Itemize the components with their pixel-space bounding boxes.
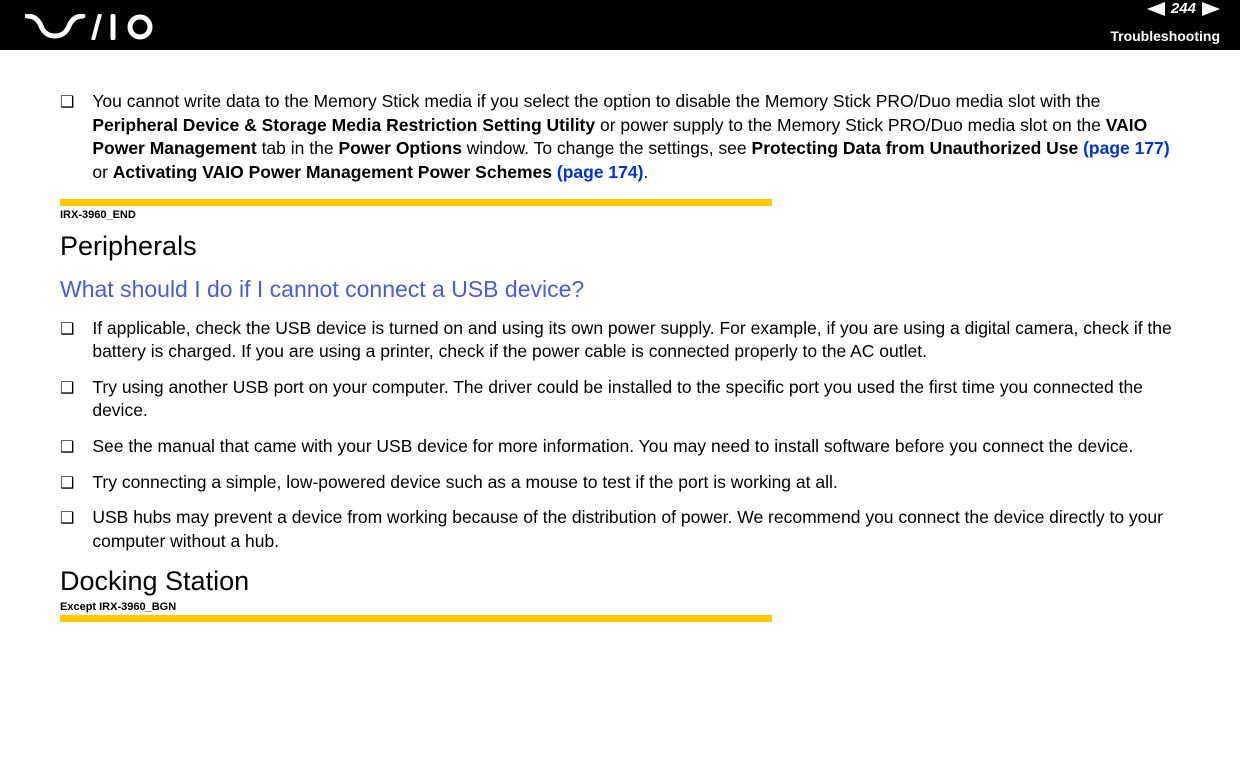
next-page-arrow-icon[interactable]	[1202, 2, 1220, 16]
bullet-text: If applicable, check the USB device is t…	[92, 317, 1180, 364]
model-annotation-end: IRX-3960_END	[60, 209, 1180, 221]
page-content: ❑ You cannot write data to the Memory St…	[0, 50, 1240, 622]
bullet-text: You cannot write data to the Memory Stic…	[92, 90, 1180, 185]
bullet-icon: ❑	[60, 508, 74, 555]
list-item: ❑ If applicable, check the USB device is…	[60, 317, 1180, 364]
usb-question-heading: What should I do if I cannot connect a U…	[60, 276, 1180, 303]
bullet-icon: ❑	[60, 319, 74, 366]
memory-stick-note: ❑ You cannot write data to the Memory St…	[60, 90, 1180, 185]
bullet-text: Try connecting a simple, low-powered dev…	[92, 471, 1180, 495]
header-section-label: Troubleshooting	[1110, 28, 1220, 44]
list-item: ❑ Try using another USB port on your com…	[60, 376, 1180, 423]
list-item: ❑ See the manual that came with your USB…	[60, 435, 1180, 459]
nav-arrows: 244	[1147, 0, 1220, 17]
model-annotation-begin: Except IRX-3960_BGN	[60, 601, 1180, 613]
divider-bar	[60, 199, 772, 206]
bullet-icon: ❑	[60, 92, 74, 187]
list-item: ❑ USB hubs may prevent a device from wor…	[60, 506, 1180, 553]
bullet-text: See the manual that came with your USB d…	[92, 435, 1180, 459]
bullet-text: Try using another USB port on your compu…	[92, 376, 1180, 423]
bullet-icon: ❑	[60, 378, 74, 425]
page-number: 244	[1171, 0, 1196, 17]
bullet-text: USB hubs may prevent a device from worki…	[92, 506, 1180, 553]
page-174-link[interactable]: (page 174)	[557, 162, 644, 182]
vaio-logo	[25, 14, 160, 44]
bullet-icon: ❑	[60, 437, 74, 461]
page-177-link[interactable]: (page 177)	[1083, 138, 1170, 158]
list-item: ❑ Try connecting a simple, low-powered d…	[60, 471, 1180, 495]
divider-bar	[60, 615, 772, 622]
peripherals-heading: Peripherals	[60, 231, 1180, 262]
docking-station-heading: Docking Station	[60, 566, 1180, 597]
prev-page-arrow-icon[interactable]	[1147, 2, 1165, 16]
page-header: 244 Troubleshooting	[0, 0, 1240, 50]
bullet-icon: ❑	[60, 473, 74, 497]
